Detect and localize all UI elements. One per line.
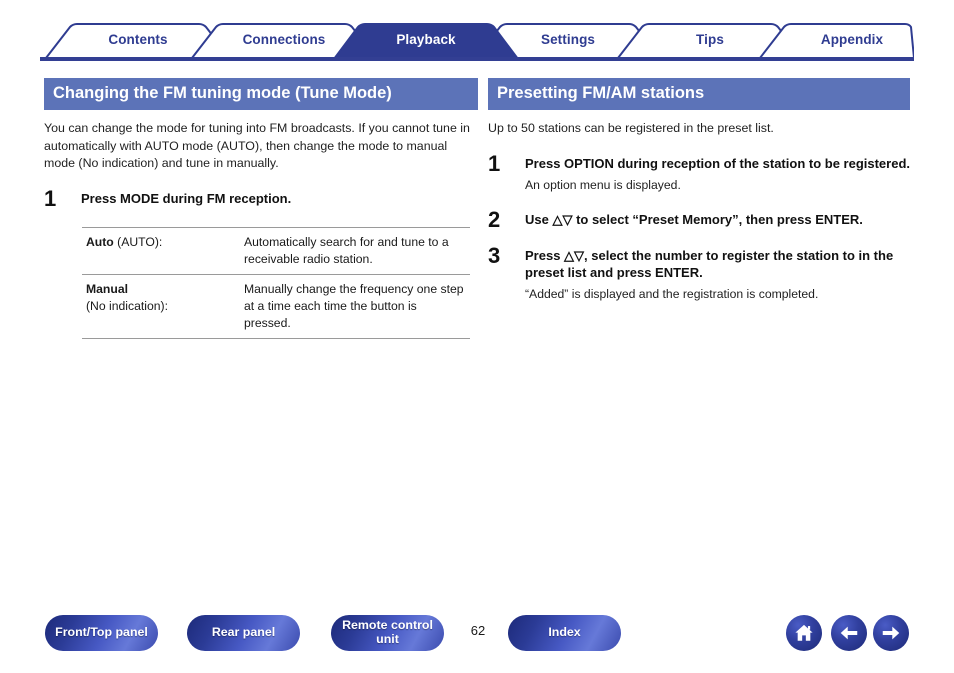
table-row: Auto (AUTO): Automatically search for an…	[82, 226, 470, 276]
back-button[interactable]	[831, 615, 867, 651]
left-step-1-number: 1	[44, 185, 57, 211]
term-auto-bold: Auto	[86, 234, 114, 249]
left-section-heading: Changing the FM tuning mode (Tune Mode)	[44, 78, 478, 111]
remote-control-unit-button[interactable]: Remote control unit	[331, 615, 444, 651]
left-step-1: 1 Press MODE during FM reception.	[44, 185, 478, 211]
page-number: 62	[470, 623, 486, 638]
arrow-right-icon	[880, 622, 902, 644]
right-step-3-note: “Added” is displayed and the registratio…	[525, 287, 819, 302]
right-step-1-number: 1	[488, 150, 501, 176]
right-step-2-number: 2	[488, 206, 501, 232]
right-step-2-title: Use △▽ to select “Preset Memory”, then p…	[525, 211, 863, 227]
right-step-2-body: Use △▽ to select “Preset Memory”, then p…	[525, 211, 910, 230]
forward-button[interactable]	[873, 615, 909, 651]
table-row: Manual (No indication): Manually change t…	[82, 274, 470, 340]
right-step-1-note: An option menu is displayed.	[525, 177, 681, 192]
front-top-panel-button[interactable]: Front/Top panel	[45, 615, 158, 651]
tab-appendix[interactable]: Appendix	[760, 22, 944, 58]
right-step-1-title: Press OPTION during reception of the sta…	[525, 155, 911, 171]
page-footer: Front/Top panel Rear panel Remote contro…	[0, 615, 954, 665]
table-cell-desc: Manually change the frequency one step a…	[240, 274, 470, 340]
home-icon	[793, 622, 815, 644]
right-step-2: 2 Use △▽ to select “Preset Memory”, then…	[488, 206, 910, 232]
arrow-left-icon	[838, 622, 860, 644]
right-section-heading: Presetting FM/AM stations	[488, 78, 910, 111]
right-content-column: Presetting FM/AM stations Up to 50 stati…	[488, 78, 910, 303]
term-manual-bold: Manual	[86, 282, 128, 297]
home-button[interactable]	[786, 615, 822, 651]
right-intro-paragraph: Up to 50 stations can be registered in t…	[488, 121, 774, 136]
table-cell-desc: Automatically search for and tune to a r…	[240, 226, 470, 276]
term-auto-rest: (AUTO):	[113, 234, 163, 249]
right-step-1: 1 Press OPTION during reception of the s…	[488, 150, 910, 194]
tune-mode-table: Auto (AUTO): Automatically search for an…	[82, 226, 470, 340]
left-content-column: Changing the FM tuning mode (Tune Mode) …	[44, 78, 478, 340]
right-step-3-number: 3	[488, 242, 501, 268]
left-step-1-title: Press MODE during FM reception.	[81, 190, 292, 206]
right-step-3-body: Press △▽, select the number to register …	[525, 247, 910, 304]
main-tab-bar: Contents Connections Playback Settings T…	[40, 22, 914, 62]
table-cell-term: Manual (No indication):	[82, 274, 240, 340]
right-step-3-title: Press △▽, select the number to register …	[525, 247, 894, 281]
table-cell-term: Auto (AUTO):	[82, 226, 240, 276]
rear-panel-button[interactable]: Rear panel	[187, 615, 300, 651]
left-intro-paragraph: You can change the mode for tuning into …	[44, 121, 470, 171]
term-manual-rest: (No indication):	[86, 298, 168, 313]
index-button[interactable]: Index	[508, 615, 621, 651]
left-step-1-body: Press MODE during FM reception.	[81, 190, 478, 209]
right-step-1-body: Press OPTION during reception of the sta…	[525, 155, 910, 194]
right-step-3: 3 Press △▽, select the number to registe…	[488, 242, 910, 304]
